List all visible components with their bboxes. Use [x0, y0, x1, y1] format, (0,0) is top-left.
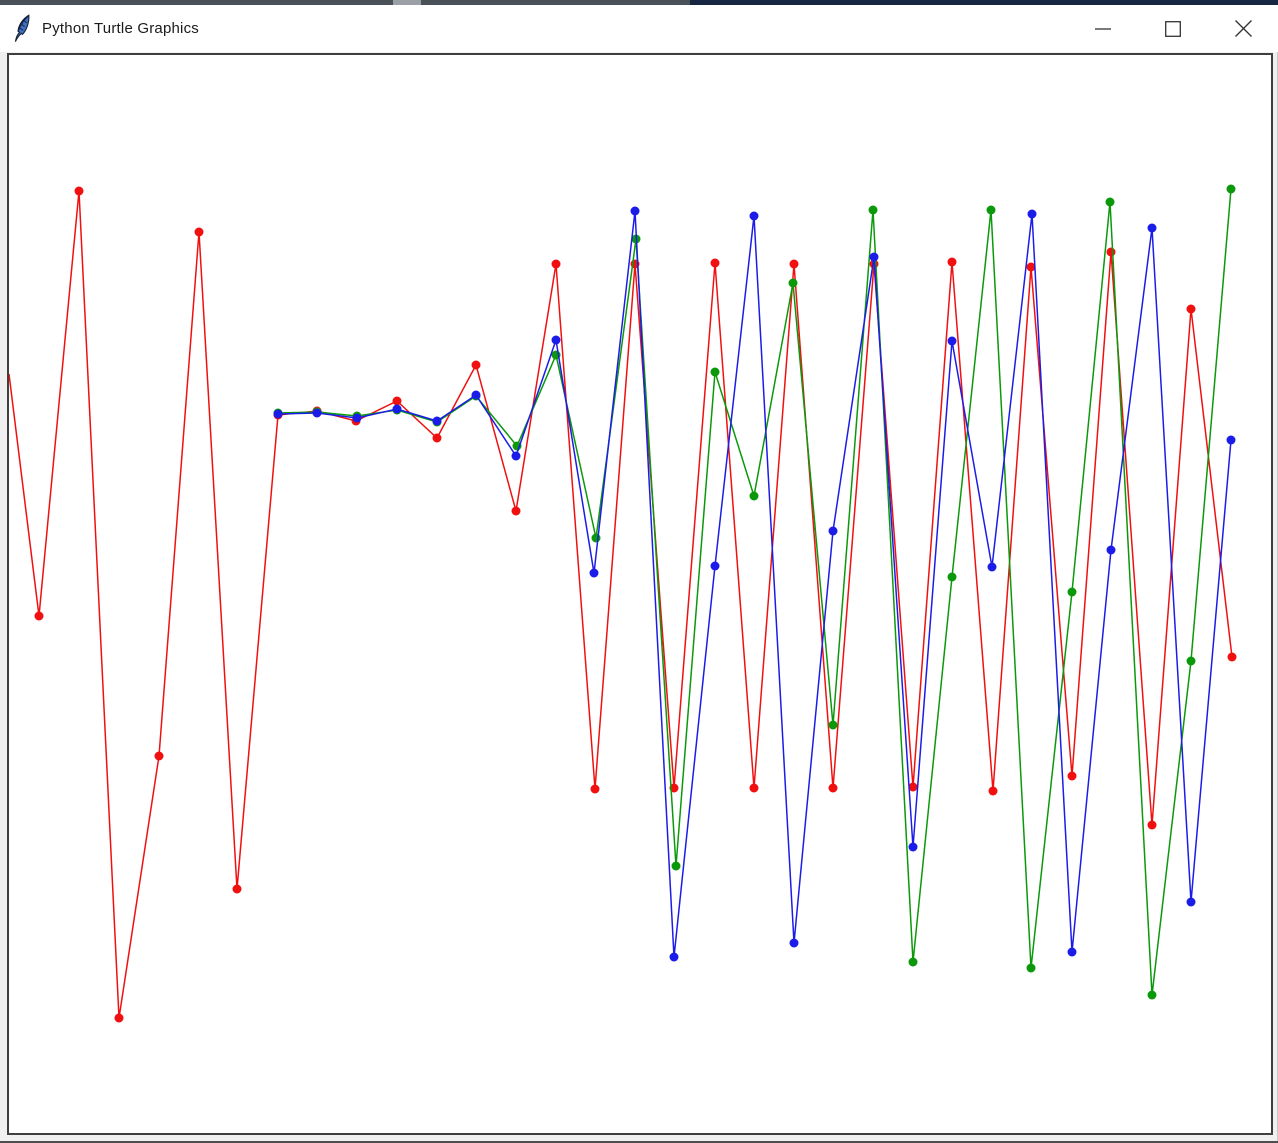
data-point-red [233, 885, 242, 894]
data-point-red [472, 361, 481, 370]
data-point-blue [353, 414, 362, 423]
data-point-red [711, 259, 720, 268]
data-point-red [948, 258, 957, 267]
data-point-red [35, 612, 44, 621]
data-point-blue [433, 417, 442, 426]
turtle-graphics-window: Python Turtle Graphics [0, 0, 1278, 1143]
data-point-blue [1187, 898, 1196, 907]
data-point-blue [274, 410, 283, 419]
data-point-green [987, 206, 996, 215]
data-point-green [1106, 198, 1115, 207]
data-point-green [1187, 657, 1196, 666]
data-point-green [1148, 991, 1157, 1000]
turtle-canvas [7, 53, 1273, 1135]
data-point-blue [313, 409, 322, 418]
data-point-blue [1227, 436, 1236, 445]
data-point-red [393, 397, 402, 406]
data-point-red [829, 784, 838, 793]
data-point-blue [472, 391, 481, 400]
window-title: Python Turtle Graphics [42, 20, 199, 37]
data-point-red [591, 785, 600, 794]
data-point-green [1027, 964, 1036, 973]
data-point-blue [1028, 210, 1037, 219]
data-point-blue [670, 953, 679, 962]
data-point-blue [590, 569, 599, 578]
data-point-red [155, 752, 164, 761]
data-point-red [75, 187, 84, 196]
data-point-blue [1107, 546, 1116, 555]
data-point-red [512, 507, 521, 516]
data-point-blue [1148, 224, 1157, 233]
data-point-blue [750, 212, 759, 221]
data-point-green [1068, 588, 1077, 597]
data-point-blue [552, 336, 561, 345]
close-icon [1234, 19, 1253, 38]
data-point-green [750, 492, 759, 501]
maximize-icon [1164, 20, 1182, 38]
data-point-green [1227, 185, 1236, 194]
data-point-red [195, 228, 204, 237]
titlebar[interactable]: Python Turtle Graphics [0, 5, 1278, 52]
data-point-blue [988, 563, 997, 572]
data-point-green [711, 368, 720, 377]
minimize-button[interactable] [1080, 5, 1126, 52]
data-point-blue [512, 452, 521, 461]
data-point-green [909, 958, 918, 967]
window-controls [1068, 5, 1278, 52]
chart-svg [9, 55, 1271, 1133]
data-point-green [789, 279, 798, 288]
data-point-red [750, 784, 759, 793]
data-point-red [790, 260, 799, 269]
data-point-blue [829, 527, 838, 536]
close-button[interactable] [1220, 5, 1266, 52]
minimize-icon [1094, 20, 1112, 38]
data-point-blue [1068, 948, 1077, 957]
data-point-blue [909, 843, 918, 852]
data-point-blue [393, 405, 402, 414]
series-line-blue [278, 211, 1231, 957]
data-point-red [115, 1014, 124, 1023]
data-point-red [989, 787, 998, 796]
data-point-green [672, 862, 681, 871]
data-point-green [948, 573, 957, 582]
series-line-green [278, 189, 1231, 995]
series-line-red [9, 191, 1232, 1018]
data-point-red [1068, 772, 1077, 781]
data-point-red [1228, 653, 1237, 662]
data-point-blue [870, 253, 879, 262]
tk-feather-icon [13, 14, 33, 44]
data-point-blue [948, 337, 957, 346]
data-point-blue [631, 207, 640, 216]
data-point-red [1107, 248, 1116, 257]
data-point-blue [790, 939, 799, 948]
data-point-red [552, 260, 561, 269]
data-point-green [592, 534, 601, 543]
data-point-red [433, 434, 442, 443]
data-point-green [829, 721, 838, 730]
data-point-blue [711, 562, 720, 571]
data-point-green [869, 206, 878, 215]
data-point-red [1187, 305, 1196, 314]
data-point-red [1148, 821, 1157, 830]
maximize-button[interactable] [1150, 5, 1196, 52]
